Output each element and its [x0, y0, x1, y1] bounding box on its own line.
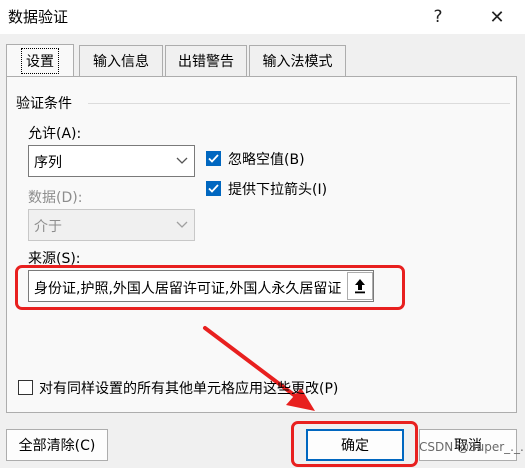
- annotation-highlight-ok: [291, 421, 418, 467]
- clear-all-button[interactable]: 全部清除(C): [6, 429, 108, 461]
- watermark: CSDN @Super_._.: [419, 440, 524, 454]
- apply-all-label: 对有同样设置的所有其他单元格应用这些更改(P): [39, 381, 339, 397]
- data-validation-dialog: 数据验证 ? ✕ 设置 输入信息 出错警告 输入法模式 验证条件 允许(A): …: [0, 0, 525, 468]
- apply-all-checkbox[interactable]: [18, 380, 33, 395]
